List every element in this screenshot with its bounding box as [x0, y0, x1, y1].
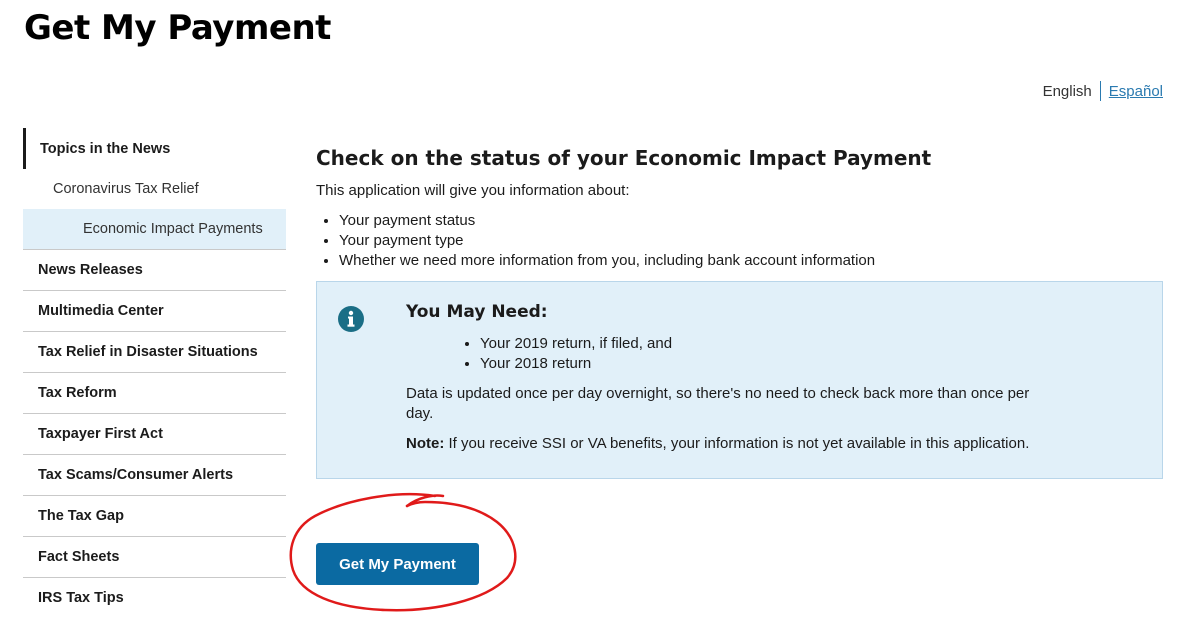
sidebar-item-multimedia-center[interactable]: Multimedia Center — [23, 291, 286, 332]
note-text: If you receive SSI or VA benefits, your … — [444, 435, 1030, 452]
alert-note: Note: If you receive SSI or VA benefits,… — [406, 434, 1086, 454]
alert-body: You May Need: Your 2019 return, if filed… — [406, 302, 1086, 454]
intro-text: This application will give you informati… — [316, 182, 630, 199]
sidebar-item-coronavirus-tax-relief[interactable]: Coronavirus Tax Relief — [23, 169, 286, 209]
list-item: Your payment status — [339, 211, 1163, 231]
main-content: Check on the status of your Economic Imp… — [316, 146, 1163, 479]
sidebar-item-topics-in-the-news[interactable]: Topics in the News — [23, 128, 286, 169]
info-list: Your payment status Your payment type Wh… — [316, 211, 1163, 271]
info-icon — [338, 306, 364, 332]
page-title: Get My Payment — [24, 8, 331, 48]
sidebar-item-news-releases[interactable]: News Releases — [23, 250, 286, 291]
list-item: Whether we need more information from yo… — [339, 251, 1163, 271]
sidebar-item-tax-scams[interactable]: Tax Scams/Consumer Alerts — [23, 455, 286, 496]
sidebar-item-fact-sheets[interactable]: Fact Sheets — [23, 537, 286, 578]
sidebar-item-economic-impact-payments[interactable]: Economic Impact Payments — [23, 209, 286, 250]
sidebar-item-tax-relief-disaster[interactable]: Tax Relief in Disaster Situations — [23, 332, 286, 373]
section-heading: Check on the status of your Economic Imp… — [316, 146, 932, 170]
sidebar-item-irs-tax-tips[interactable]: IRS Tax Tips — [23, 578, 286, 618]
language-current: English — [1042, 82, 1092, 100]
sidebar-item-tax-reform[interactable]: Tax Reform — [23, 373, 286, 414]
note-label: Note: — [406, 435, 445, 452]
alert-title: You May Need: — [406, 302, 548, 322]
list-item: Your payment type — [339, 231, 1163, 251]
alert-update-text: Data is updated once per day overnight, … — [406, 385, 1030, 422]
language-switcher: English Español — [1043, 81, 1163, 101]
sidebar-item-taxpayer-first-act[interactable]: Taxpayer First Act — [23, 414, 286, 455]
list-item: Your 2019 return, if filed, and — [480, 334, 1086, 354]
get-my-payment-button[interactable]: Get My Payment — [316, 543, 479, 585]
sidebar-item-tax-gap[interactable]: The Tax Gap — [23, 496, 286, 537]
info-alert: You May Need: Your 2019 return, if filed… — [316, 281, 1163, 479]
language-link-spanish[interactable]: Español — [1101, 83, 1163, 100]
list-item: Your 2018 return — [480, 354, 1086, 374]
alert-list: Your 2019 return, if filed, and Your 201… — [406, 334, 1086, 374]
sidebar-nav: Topics in the News Coronavirus Tax Relie… — [23, 128, 286, 618]
